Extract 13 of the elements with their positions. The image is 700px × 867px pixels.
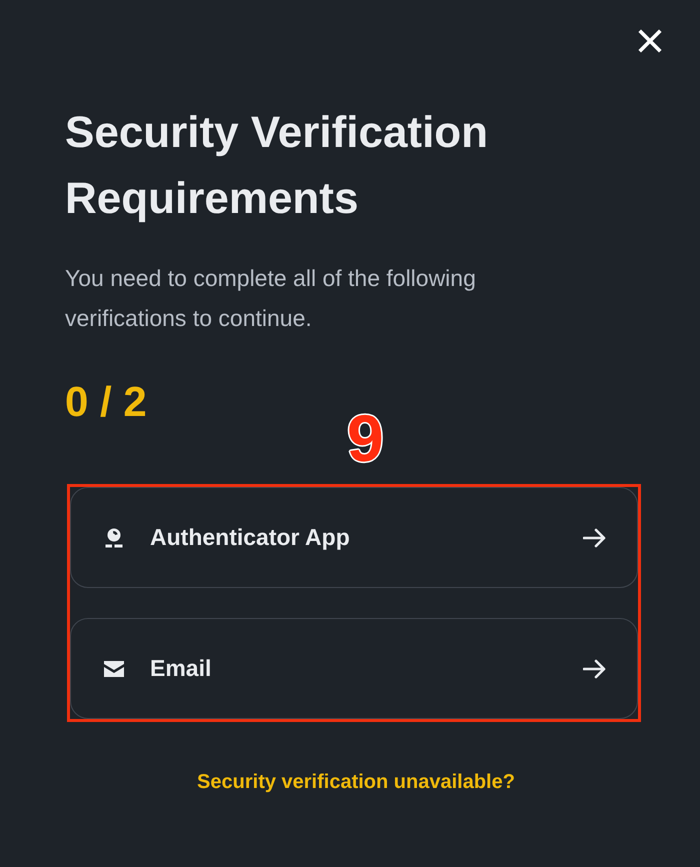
step-number: 9 [347,402,384,474]
progress-counter: 0 / 2 [65,377,147,427]
close-icon [638,29,662,53]
dialog-title: Security Verification Requirements [65,107,490,225]
dialog-description: You need to complete all of the following verifications to continue. [65,264,477,333]
close-button[interactable] [638,29,662,53]
arrow-right-icon [583,658,607,678]
verification-option[interactable]: Authenticator App [70,487,638,588]
arrow-right-icon [583,528,607,548]
envelope-icon [104,660,124,676]
verification-option[interactable]: Email [70,618,638,719]
authenticator-icon [104,528,124,548]
help-link[interactable]: Security verification unavailable? [197,768,515,796]
